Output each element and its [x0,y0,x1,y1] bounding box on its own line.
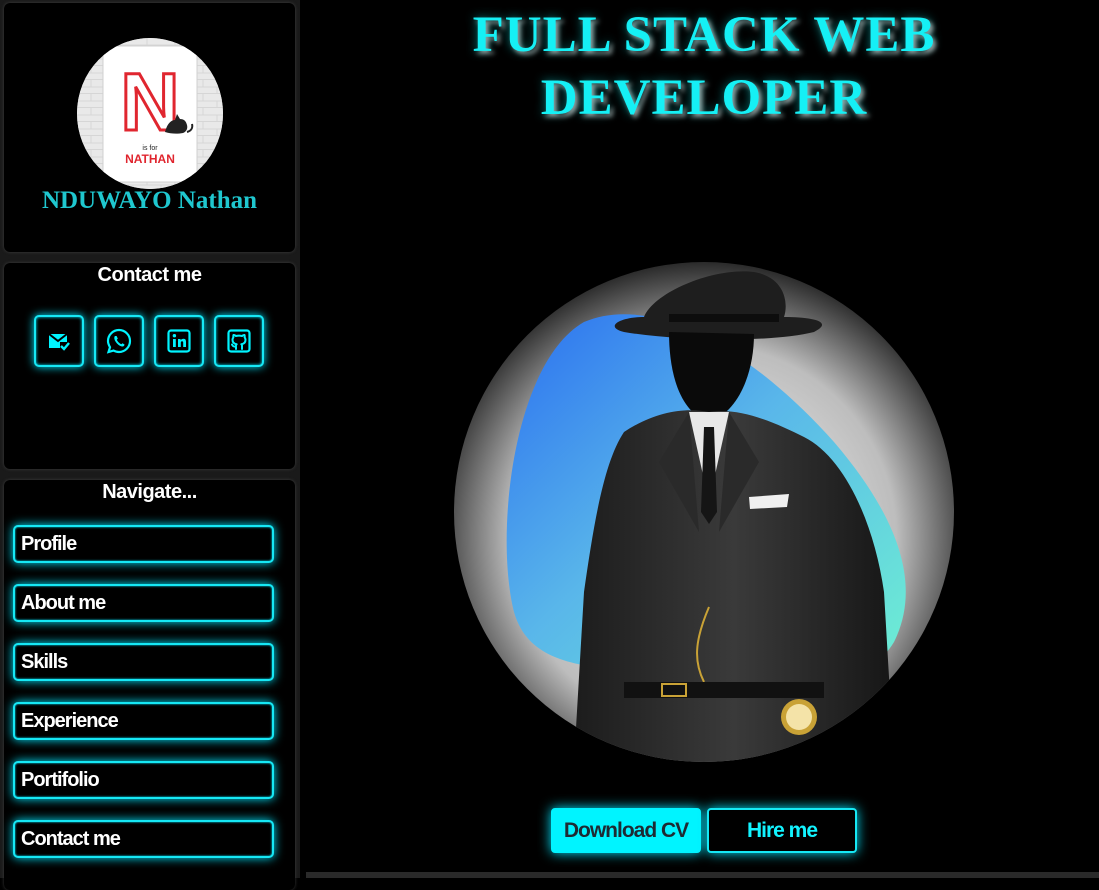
contact-heading: Contact me [97,264,202,286]
hero-title-line-2: DEVELOPER [540,70,868,126]
nav-item-contact-me[interactable]: Contact me [13,820,274,858]
contact-panel: Contact me [4,263,295,469]
nav-item-profile[interactable]: Profile [13,525,274,563]
github-button[interactable] [214,315,264,367]
hero-portrait-image [454,262,954,762]
email-button[interactable] [34,315,84,367]
hire-me-button[interactable]: Hire me [707,808,857,853]
sidebar: N is for NATHAN NDUWAYO Nathan Contact m… [0,0,300,890]
linkedin-button[interactable] [154,315,204,367]
linkedin-icon [167,329,191,353]
download-cv-button[interactable]: Download CV [551,808,701,853]
avatar: N is for NATHAN [77,38,223,189]
avatar-image: N is for NATHAN [77,38,223,189]
github-icon [227,329,251,353]
main-content: FULL STACK WEB DEVELOPER Download CV Hir… [306,0,1099,874]
whatsapp-icon [106,328,132,354]
email-check-icon [48,333,70,351]
navigation-heading: Navigate... [102,481,197,503]
hero-title-line-1: FULL STACK WEB [472,7,936,63]
nav-item-skills[interactable]: Skills [13,643,274,681]
nav-item-portifolio[interactable]: Portifolio [13,761,274,799]
whatsapp-button[interactable] [94,315,144,367]
nav-item-about-me[interactable]: About me [13,584,274,622]
nav-item-experience[interactable]: Experience [13,702,274,740]
hero-title: FULL STACK WEB DEVELOPER [306,4,1099,130]
avatar-letter: N [120,57,179,148]
main-bottom-divider [306,872,1099,878]
profile-panel: N is for NATHAN NDUWAYO Nathan [4,3,295,252]
navigation-panel: Navigate... Profile About me Skills Expe… [4,480,295,890]
avatar-small-text: is for [142,145,158,152]
avatar-word: NATHAN [125,152,175,166]
owner-name: NDUWAYO Nathan [41,187,258,214]
